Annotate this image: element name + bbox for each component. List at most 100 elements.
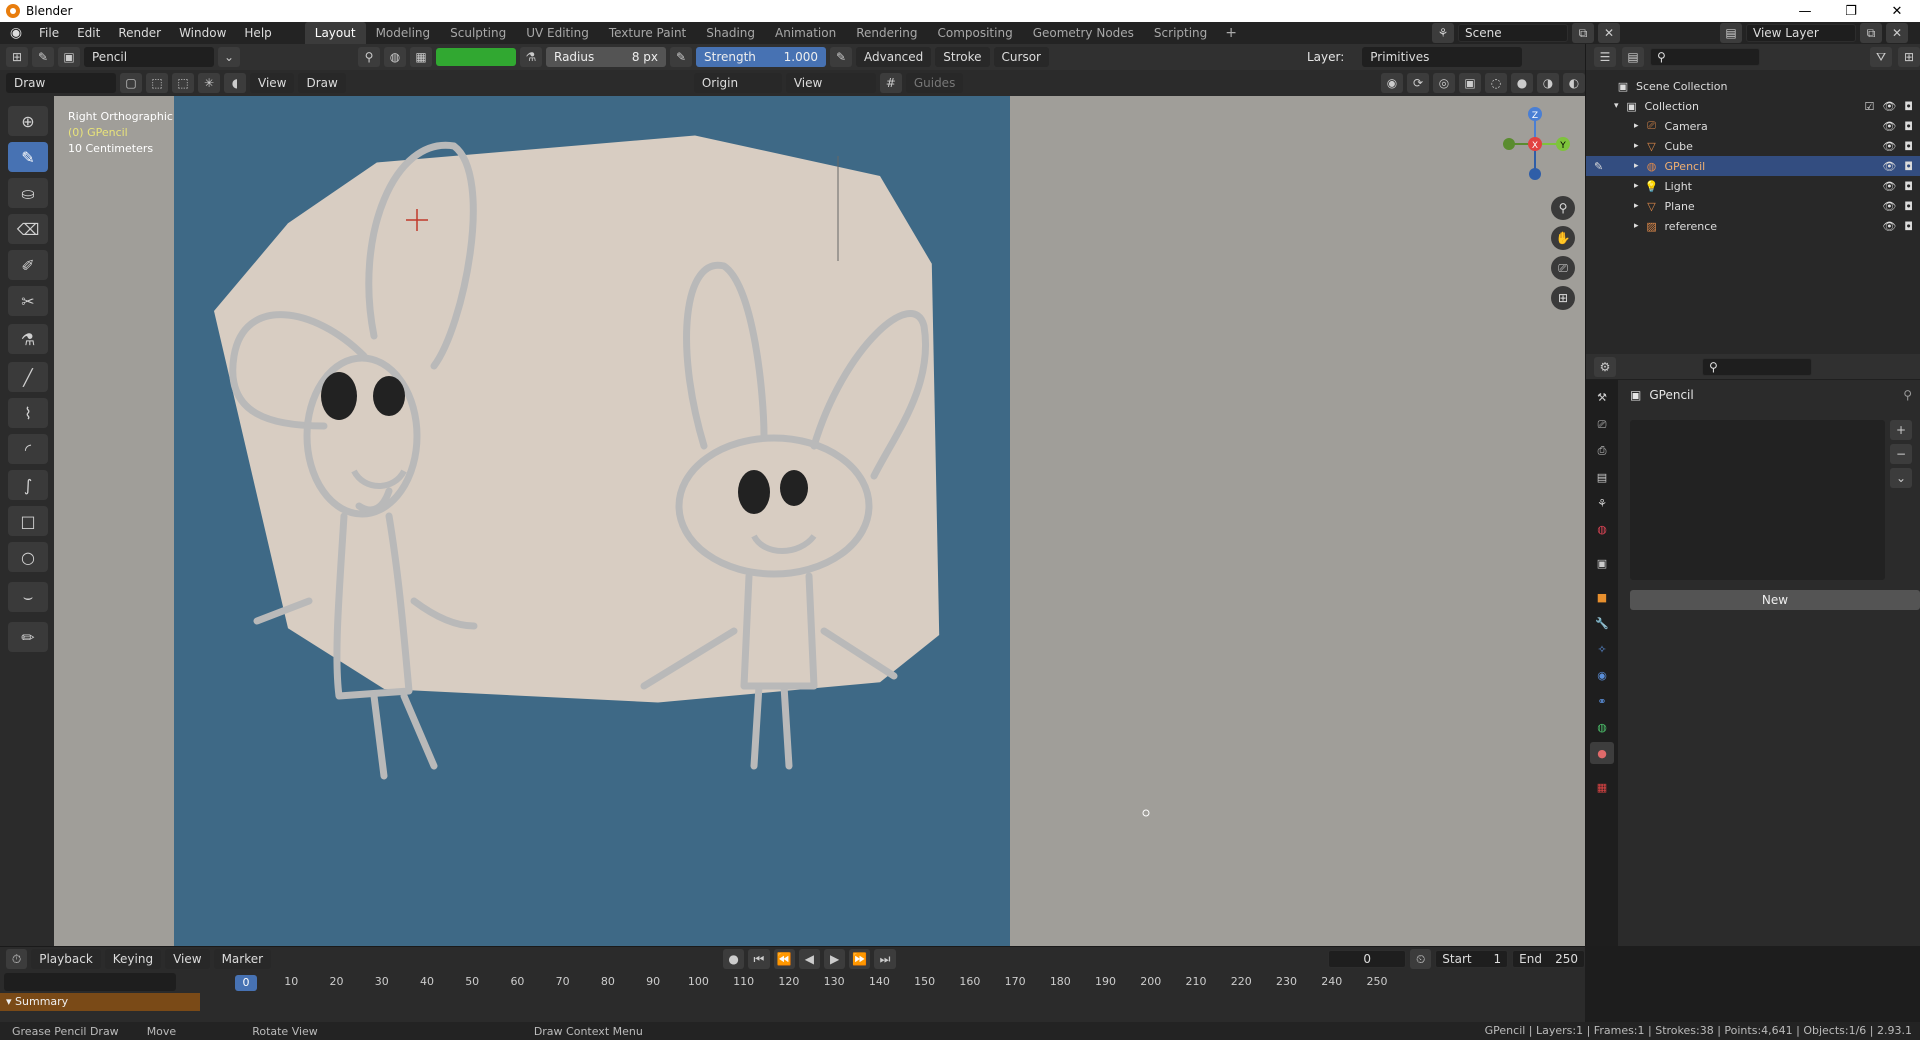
draw-menu[interactable]: Draw [298,73,346,93]
erase-tool-icon[interactable]: ⌫ [8,214,48,244]
material-preview-icon[interactable]: ◑ [1537,73,1559,93]
delete-view-layer-icon[interactable]: ✕ [1886,23,1908,43]
radius-pressure-icon[interactable]: ✎ [670,47,692,67]
marker-menu[interactable]: Marker [213,949,272,969]
origin-dropdown[interactable]: Origin [693,73,782,93]
outliner-item-gpencil[interactable]: ✎ ▸ ◍ GPencil 👁 ◘ [1586,156,1920,176]
box-tool-icon[interactable]: □ [8,506,48,536]
select-mode-icon[interactable]: ▢ [120,73,142,93]
jump-end-icon[interactable]: ⏭ [874,949,896,969]
camera-render-icon[interactable]: ◘ [1904,220,1913,233]
camera-render-icon[interactable]: ◘ [1904,200,1913,213]
collection-tab-icon[interactable]: ▣ [1590,552,1614,574]
cursor-dropdown[interactable]: Cursor [993,47,1049,67]
camera-render-icon[interactable]: ◘ [1904,180,1913,193]
strength-pressure-icon[interactable]: ✎ [830,47,852,67]
playback-menu[interactable]: Playback [31,949,101,969]
maximize-button[interactable]: ❐ [1828,0,1874,22]
curve-tool-icon[interactable]: ∫ [8,470,48,500]
tab-uv-editing[interactable]: UV Editing [516,22,599,44]
eye-icon[interactable]: 👁 [1882,120,1896,133]
polyline-tool-icon[interactable]: ⌇ [8,398,48,428]
pan-hand-icon[interactable]: ✋ [1551,226,1575,250]
gizmo-icon[interactable]: ⟳ [1407,73,1429,93]
outliner-scene-collection[interactable]: ▣ Scene Collection [1586,76,1920,96]
eye-icon[interactable]: 👁 [1882,100,1896,113]
add-slot-button[interactable]: + [1890,420,1912,440]
minimize-button[interactable]: — [1782,0,1828,22]
play-icon[interactable]: ▶ [823,949,846,969]
end-frame-field[interactable]: End 250 [1512,950,1586,968]
guides-toggle[interactable]: Guides [905,73,964,93]
pencil-brush-icon[interactable]: ✎ [32,47,54,67]
expand-arrow-icon[interactable]: ▸ [1634,181,1639,191]
close-button[interactable]: ✕ [1874,0,1920,22]
solid-icon[interactable]: ● [1511,73,1533,93]
eye-icon[interactable]: 👁 [1882,180,1896,193]
current-frame-field[interactable]: 0 [1328,950,1407,968]
timeline-ruler[interactable]: 0 10 20 30 40 50 60 70 80 90 100 110 120 130 140 150 160… [200,973,1585,991]
xray-icon[interactable]: ▣ [1459,73,1481,93]
interpolate-tool-icon[interactable]: ⌣ [8,582,48,612]
outliner-search-input[interactable]: ⚲ [1650,48,1760,66]
color-mode-icon[interactable]: ▦ [410,47,432,67]
tab-rendering[interactable]: Rendering [846,22,927,44]
jump-start-icon[interactable]: ⏮ [748,949,770,969]
menu-file[interactable]: File [30,22,68,44]
circle-tool-icon[interactable]: ○ [8,542,48,572]
blender-menu-icon[interactable]: ◉ [8,25,24,41]
slot-menu-button[interactable]: ⌄ [1890,468,1912,488]
view-layer-icon[interactable]: ▤ [1720,23,1742,43]
menu-window[interactable]: Window [170,22,235,44]
edit-mode-pencil-icon[interactable]: ✎ [1594,160,1603,173]
camera-render-icon[interactable]: ◘ [1904,100,1913,113]
timeline-summary-row[interactable]: ▾ Summary [0,993,200,1011]
view-layer-field[interactable]: View Layer [1746,24,1856,42]
rendered-icon[interactable]: ◐ [1563,73,1585,93]
expand-arrow-icon[interactable]: ▾ [1614,101,1619,111]
checkbox-icon[interactable]: ☑ [1864,100,1874,113]
outliner-item-camera[interactable]: ▸ ⎚ Camera 👁 ◘ [1586,116,1920,136]
select-stroke-icon[interactable]: ⬚ [172,73,194,93]
annotate-tool-icon[interactable]: ✏ [8,622,48,652]
remove-slot-button[interactable]: − [1890,444,1912,464]
timeline-editor-icon[interactable]: ⏱ [6,949,28,969]
expand-arrow-icon[interactable]: ▸ [1634,121,1639,131]
line-tool-icon[interactable]: ╱ [8,362,48,392]
properties-search-input[interactable]: ⚲ [1702,357,1812,376]
multiframe-icon[interactable]: ✳ [198,73,220,93]
menu-render[interactable]: Render [109,22,170,44]
eyedropper-tool-icon[interactable]: ⚗ [8,324,48,354]
curve-icon[interactable]: ◖ [224,73,246,93]
guides-icon[interactable]: # [879,73,902,93]
prev-key-icon[interactable]: ⏪ [773,949,795,969]
radius-slider[interactable]: Radius 8 px [546,47,666,67]
outliner-editor-icon[interactable]: ☰ [1594,47,1616,67]
visibility-icon[interactable]: ◉ [1381,73,1403,93]
data-tab-icon[interactable]: ◍ [1590,716,1614,738]
render-tab-icon[interactable]: ⎚ [1590,414,1614,436]
scene-icon[interactable]: ⚘ [1432,23,1454,43]
camera-view-icon[interactable]: ⎚ [1551,256,1575,280]
ortho-grid-icon[interactable]: ⊞ [1551,286,1575,310]
expand-arrow-icon[interactable]: ▸ [1634,201,1639,211]
view-menu[interactable]: View [250,73,295,93]
fill-tool-icon[interactable]: ⛀ [8,178,48,208]
tab-modeling[interactable]: Modeling [366,22,441,44]
expand-arrow-icon[interactable]: ▸ [1634,141,1639,151]
play-reverse-icon[interactable]: ◀ [798,949,820,969]
pin-icon[interactable]: ⚲ [358,47,380,67]
new-view-layer-icon[interactable]: ⧉ [1860,23,1882,43]
physics-tab-icon[interactable]: ◉ [1590,664,1614,686]
add-workspace-icon[interactable]: + [1217,22,1245,44]
timeline-search-input[interactable] [4,973,176,991]
advanced-dropdown[interactable]: Advanced [856,47,932,67]
tab-texture-paint[interactable]: Texture Paint [599,22,696,44]
menu-help[interactable]: Help [235,22,280,44]
brush-color-swatch[interactable] [436,48,516,66]
eye-icon[interactable]: 👁 [1882,200,1896,213]
zoom-icon[interactable]: ⚲ [1551,196,1575,220]
outliner-item-cube[interactable]: ▸ ▽ Cube 👁 ◘ [1586,136,1920,156]
object-tab-icon[interactable]: ■ [1590,586,1614,608]
next-key-icon[interactable]: ⏩ [849,949,871,969]
